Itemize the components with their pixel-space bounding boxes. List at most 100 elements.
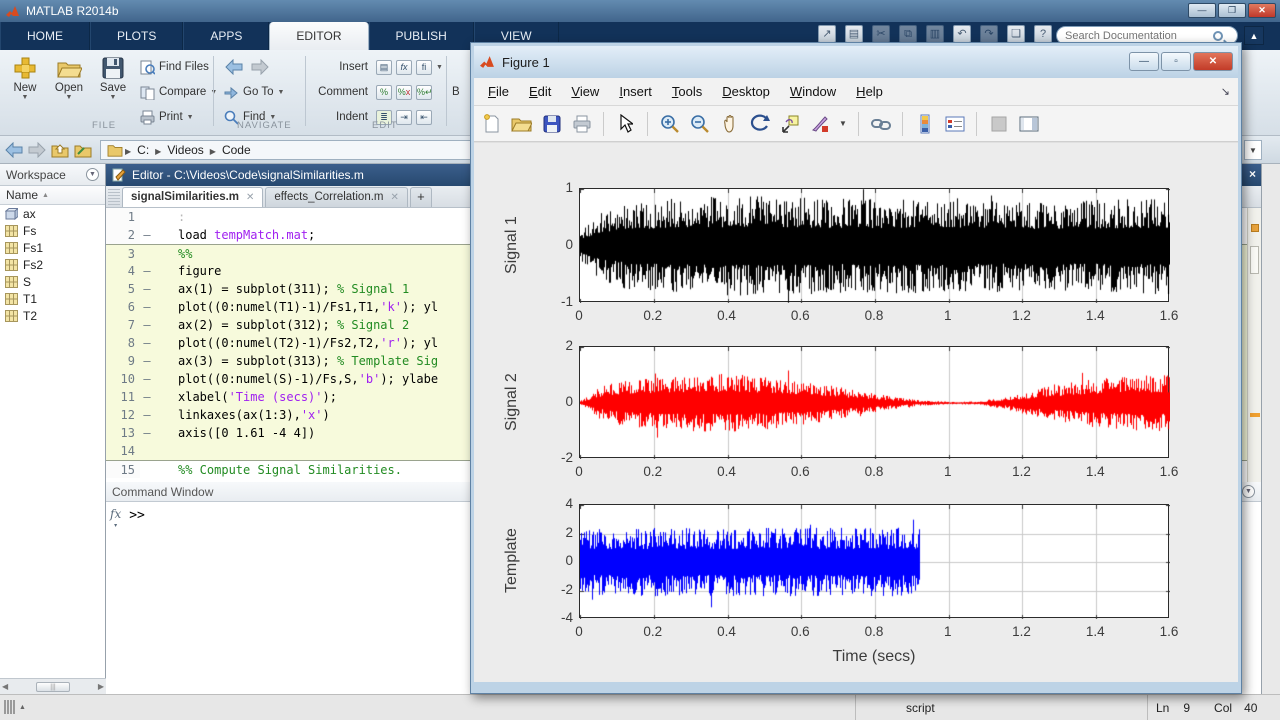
browse-folder-icon[interactable] (74, 142, 92, 158)
breadcrumb-segment[interactable]: Code (222, 143, 251, 157)
command-window-menu-button[interactable]: ▼ (1242, 485, 1255, 498)
print-button[interactable]: Print ▼ (140, 108, 194, 126)
brush-dropdown-icon[interactable]: ▼ (838, 112, 848, 135)
pan-icon[interactable] (718, 112, 741, 135)
zoom-out-icon[interactable] (688, 112, 711, 135)
workspace-variable-row[interactable]: Fs1 (0, 239, 105, 256)
figure-menu-edit[interactable]: Edit (519, 84, 561, 99)
workspace-variable-row[interactable]: T1 (0, 290, 105, 307)
workspace-variable-row[interactable]: Fs2 (0, 256, 105, 273)
uncomment-icon[interactable]: %x (396, 84, 412, 100)
show-plot-tools-icon[interactable] (1017, 112, 1040, 135)
toolstrip-tab-editor[interactable]: EDITOR (269, 22, 369, 50)
workspace-variable-row[interactable]: T2 (0, 307, 105, 324)
figure-menu-help[interactable]: Help (846, 84, 893, 99)
shortcut-icon[interactable]: ↗ (818, 25, 836, 43)
zoom-in-icon[interactable] (658, 112, 681, 135)
data-cursor-icon[interactable] (778, 112, 801, 135)
dock-figure-icon[interactable]: ↘ (1221, 85, 1230, 98)
copy-icon[interactable]: ⧉ (899, 25, 917, 43)
help-icon[interactable]: ? (1034, 25, 1052, 43)
status-grip-icon[interactable]: ▲ (4, 700, 26, 714)
insert-section-icon[interactable]: ▤ (376, 59, 392, 75)
workspace-menu-button[interactable]: ▼ (86, 168, 99, 181)
indent-left-icon[interactable]: ⇤ (416, 109, 432, 125)
workspace-variable-row[interactable]: Fs (0, 222, 105, 239)
toolstrip-tab-apps[interactable]: APPS (183, 22, 270, 50)
hide-plot-tools-icon[interactable] (987, 112, 1010, 135)
signal-plot-2[interactable] (580, 347, 1170, 459)
scroll-right-icon[interactable]: ▶ (98, 682, 104, 691)
open-file-icon[interactable] (510, 112, 533, 135)
forward-nav-icon[interactable] (28, 141, 46, 158)
editor-annotation-strip[interactable] (1247, 208, 1261, 482)
quick-save-icon[interactable]: ▤ (845, 25, 863, 43)
minimize-button[interactable]: — (1188, 3, 1216, 18)
cut-icon[interactable]: ✂ (872, 25, 890, 43)
axes-3[interactable] (579, 504, 1170, 619)
undo-icon[interactable]: ↶ (953, 25, 971, 43)
tab-close-icon[interactable]: ✕ (391, 188, 399, 207)
rotate-3d-icon[interactable] (748, 112, 771, 135)
new-figure-icon[interactable] (480, 112, 503, 135)
wrap-comments-icon[interactable]: %↵ (416, 84, 433, 100)
figure-minimize-button[interactable]: — (1129, 52, 1159, 71)
scroll-left-icon[interactable]: ◀ (2, 682, 8, 691)
figure-restore-button[interactable]: ▫ (1161, 52, 1191, 71)
figure-titlebar[interactable]: Figure 1 — ▫ ✕ (474, 46, 1238, 78)
address-dropdown-button[interactable]: ▼ (1244, 140, 1262, 160)
breadcrumb-segment[interactable]: Videos (167, 143, 203, 157)
breakpoints-button[interactable]: B (452, 83, 460, 101)
back-button[interactable] (224, 58, 244, 76)
warning-indicator-icon[interactable] (1251, 224, 1259, 232)
toolstrip-tab-plots[interactable]: PLOTS (90, 22, 184, 50)
print-figure-icon[interactable] (570, 112, 593, 135)
find-files-button[interactable]: Find Files (140, 58, 209, 76)
link-plot-icon[interactable] (869, 112, 892, 135)
goto-button[interactable]: Go To ▼ (224, 83, 284, 101)
tab-close-icon[interactable]: ✕ (246, 188, 254, 207)
maximize-button[interactable]: ❐ (1218, 3, 1246, 18)
editor-scrollbar-thumb[interactable] (1250, 246, 1259, 274)
signal-plot-3[interactable] (580, 505, 1170, 619)
brush-icon[interactable] (808, 112, 831, 135)
workspace-name-column-header[interactable]: Name ▲ (0, 186, 105, 205)
close-button[interactable]: ✕ (1248, 3, 1276, 18)
workspace-variable-row[interactable]: ax (0, 205, 105, 222)
figure-menu-file[interactable]: File (478, 84, 519, 99)
figure-menu-insert[interactable]: Insert (609, 84, 662, 99)
axes-1[interactable] (579, 188, 1170, 303)
search-input[interactable] (1063, 28, 1213, 43)
open-button[interactable]: Open ▼ (48, 56, 90, 101)
switch-windows-icon[interactable]: ❏ (1007, 25, 1025, 43)
forward-button[interactable] (250, 58, 270, 76)
collapse-toolstrip-button[interactable]: ▲ (1244, 26, 1264, 45)
toolstrip-tab-publish[interactable]: PUBLISH (368, 22, 474, 50)
scrollbar-thumb[interactable]: ||| (36, 681, 70, 692)
editor-close-icon[interactable]: × (1249, 167, 1256, 181)
comment-icon[interactable]: % (376, 84, 392, 100)
edit-plot-pointer-icon[interactable] (614, 112, 637, 135)
insert-legend-icon[interactable] (943, 112, 966, 135)
figure-menu-desktop[interactable]: Desktop (712, 84, 780, 99)
save-button[interactable]: Save ▼ (92, 56, 134, 101)
figure-menu-view[interactable]: View (561, 84, 609, 99)
redo-icon[interactable]: ↷ (980, 25, 998, 43)
warning-line-marker[interactable] (1250, 413, 1260, 417)
save-figure-icon[interactable] (540, 112, 563, 135)
insert-function-icon[interactable]: fx (396, 59, 412, 75)
paste-icon[interactable]: ▥ (926, 25, 944, 43)
up-folder-icon[interactable] (51, 142, 69, 158)
figure-menu-tools[interactable]: Tools (662, 84, 712, 99)
insert-colorbar-icon[interactable] (913, 112, 936, 135)
editor-tab[interactable]: effects_Correlation.m ✕ (265, 187, 408, 207)
new-button[interactable]: New ▼ (4, 56, 46, 101)
insert-fi-icon[interactable]: fi (416, 59, 432, 75)
workspace-variable-row[interactable]: S (0, 273, 105, 290)
back-nav-icon[interactable] (5, 141, 23, 158)
signal-plot-1[interactable] (580, 189, 1170, 303)
toolstrip-tab-home[interactable]: HOME (0, 22, 90, 50)
axes-2[interactable] (579, 346, 1170, 459)
compare-button[interactable]: Compare▼ (140, 83, 217, 101)
workspace-horizontal-scrollbar[interactable]: ◀ ||| ▶ (0, 678, 106, 694)
